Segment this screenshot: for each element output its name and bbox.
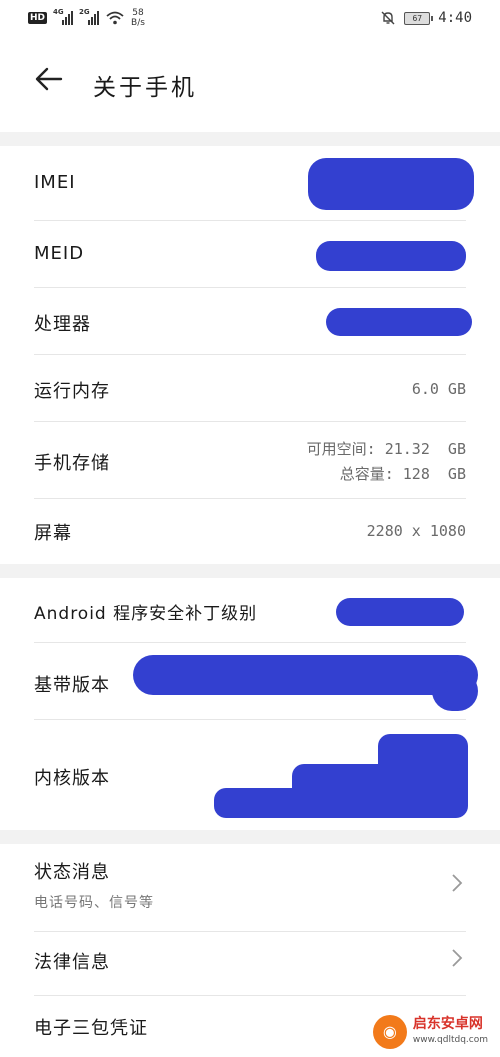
bell-off-icon	[381, 11, 395, 25]
status-message-label: 状态消息	[34, 862, 110, 883]
ram-label: 运行内存	[34, 381, 110, 402]
back-arrow-icon[interactable]	[34, 64, 64, 94]
section-divider	[0, 132, 500, 146]
signal-4g-icon: 4G	[53, 8, 74, 25]
baseband-redacted-value	[133, 655, 478, 695]
chevron-right-icon	[452, 874, 463, 892]
clock: 4:40	[438, 10, 472, 26]
page-title: 关于手机	[93, 75, 197, 101]
storage-total: 总容量: 128 GB	[339, 465, 466, 483]
section-divider	[0, 830, 500, 844]
kernel-label: 内核版本	[34, 768, 110, 789]
watermark-text: 启东安卓网	[412, 1016, 483, 1032]
status-message-subtitle: 电话号码、信号等	[34, 895, 154, 911]
ram-row: 运行内存 6.0 GB	[0, 355, 500, 422]
processor-label: 处理器	[34, 314, 91, 335]
app-header: 关于手机	[0, 50, 500, 114]
processor-redacted-value	[326, 308, 472, 336]
warranty-label: 电子三包凭证	[34, 1018, 148, 1039]
hd-icon: HD	[28, 12, 48, 24]
storage-available: 可用空间: 21.32 GB	[306, 440, 466, 458]
chevron-right-icon	[452, 949, 463, 967]
android-patch-redacted-value	[336, 598, 464, 626]
meid-redacted-value	[316, 241, 466, 271]
status-message-row[interactable]: 状态消息 电话号码、信号等	[0, 844, 500, 932]
baseband-row: 基带版本	[0, 643, 500, 720]
signal-2g-icon: 2G	[79, 8, 100, 25]
legal-info-label: 法律信息	[34, 952, 110, 973]
status-bar: HD 4G 2G 58 B/s 67 4:40	[0, 0, 500, 44]
screen-label: 屏幕	[34, 523, 72, 544]
section-divider	[0, 564, 500, 578]
screen-value: 2280 x 1080	[366, 522, 466, 540]
imei-label: IMEI	[34, 172, 76, 193]
wifi-icon	[106, 11, 124, 25]
meid-row: MEID	[0, 221, 500, 288]
watermark-logo-icon: ◉	[372, 1015, 407, 1049]
imei-redacted-value	[308, 158, 474, 210]
watermark-url: www.qdltdq.com	[412, 1035, 488, 1045]
storage-row: 手机存储 可用空间: 21.32 GB 总容量: 128 GB	[0, 422, 500, 499]
network-speed: 58 B/s	[131, 8, 145, 28]
ram-value: 6.0 GB	[411, 380, 466, 398]
site-watermark: ◉ 启东安卓网 www.qdltdq.com	[372, 1015, 488, 1049]
legal-info-row[interactable]: 法律信息	[0, 932, 500, 996]
processor-row: 处理器	[0, 288, 500, 355]
imei-row: IMEI	[0, 146, 500, 221]
kernel-row: 内核版本	[0, 720, 500, 830]
storage-label: 手机存储	[34, 453, 110, 474]
battery-icon: 67	[404, 11, 434, 25]
android-patch-label: Android 程序安全补丁级别	[34, 604, 258, 624]
meid-label: MEID	[34, 243, 85, 264]
android-patch-row: Android 程序安全补丁级别	[0, 578, 500, 643]
screen-row: 屏幕 2280 x 1080	[0, 499, 500, 564]
baseband-label: 基带版本	[34, 675, 110, 696]
